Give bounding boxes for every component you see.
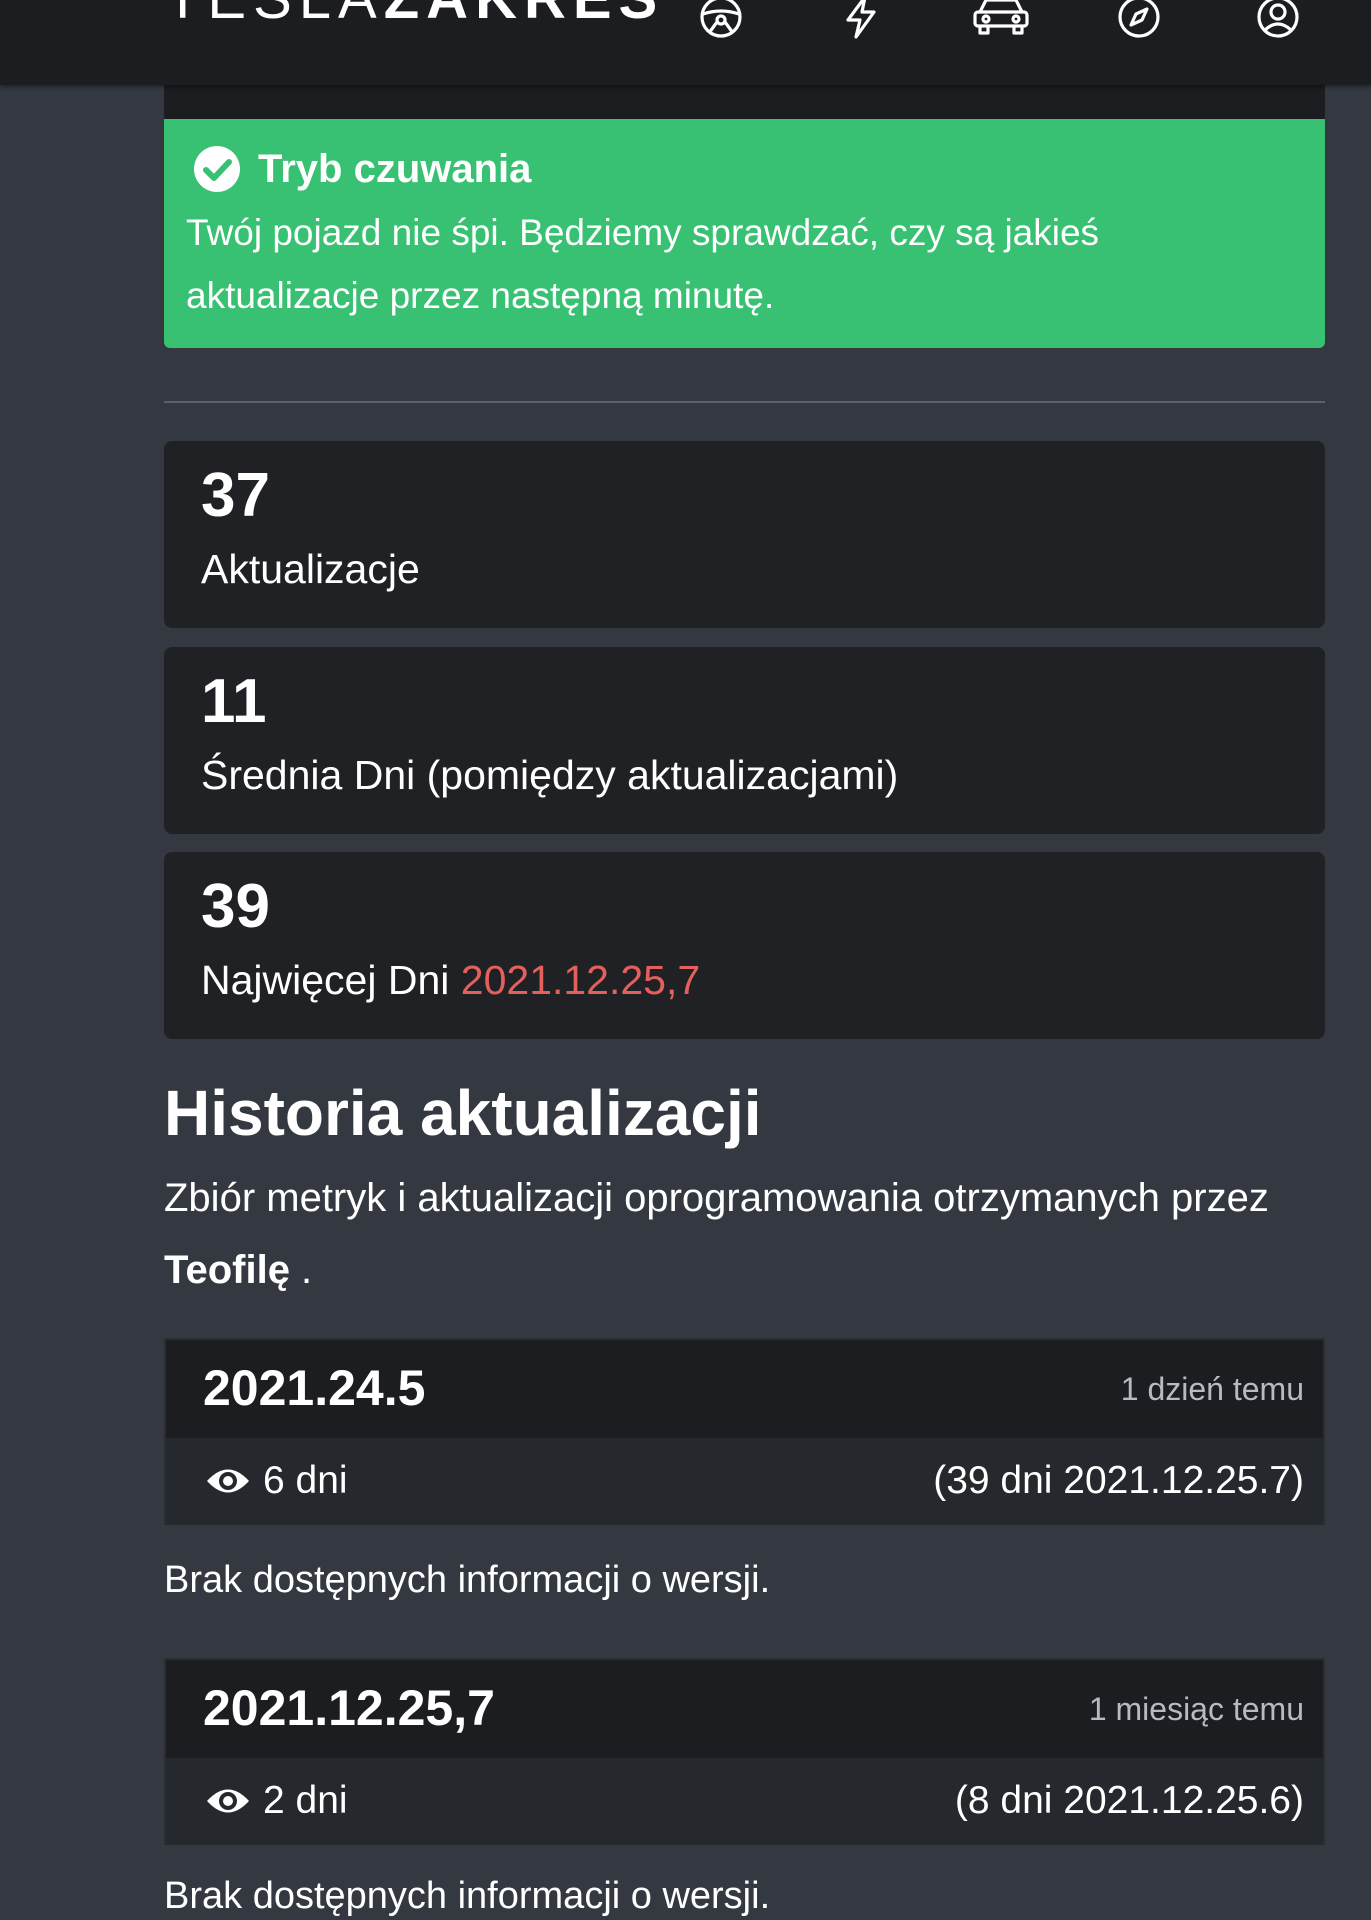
update-version: 2021.12.25,7 bbox=[203, 1680, 495, 1736]
history-description: Zbiór metryk i aktualizacji oprogramowan… bbox=[164, 1162, 1325, 1306]
compass-icon[interactable] bbox=[1116, 0, 1162, 40]
eye-icon bbox=[205, 1464, 251, 1498]
stat-value: 39 bbox=[201, 872, 270, 941]
stat-card-updates: 37 Aktualizacje bbox=[164, 441, 1325, 628]
update-release-notes: Brak dostępnych informacji o wersji. bbox=[164, 1875, 771, 1917]
stat-card-average-days: 11 Średnia Dni (pomiędzy aktualizacjami) bbox=[164, 647, 1325, 834]
app-logo[interactable]: TESLAZAKRES bbox=[165, 0, 664, 28]
stat-value: 37 bbox=[201, 461, 270, 530]
update-card-footer: 6 dni (39 dni 2021.12.25.7) bbox=[166, 1438, 1323, 1525]
alert-header: Tryb czuwania bbox=[186, 141, 1303, 197]
update-previous-version: (8 dni 2021.12.25.6) bbox=[954, 1779, 1304, 1822]
update-card-header: 2021.24.5 1 dzień temu bbox=[166, 1340, 1323, 1438]
car-icon[interactable] bbox=[972, 0, 1030, 40]
update-days-installed: 6 dni bbox=[263, 1459, 348, 1502]
vehicle-owner-name: Teofilę bbox=[164, 1248, 290, 1292]
lightning-icon[interactable] bbox=[838, 0, 884, 40]
eye-icon bbox=[205, 1784, 251, 1818]
section-divider bbox=[164, 401, 1325, 403]
update-release-notes: Brak dostępnych informacji o wersji. bbox=[164, 1559, 771, 1601]
stat-value: 11 bbox=[201, 667, 267, 736]
logo-light-text: TESLA bbox=[165, 0, 384, 31]
update-previous-version: (39 dni 2021.12.25.7) bbox=[933, 1459, 1304, 1502]
top-strip bbox=[164, 85, 1325, 119]
update-card-header: 2021.12.25,7 1 miesiąc temu bbox=[166, 1660, 1323, 1758]
update-days-installed: 2 dni bbox=[263, 1779, 348, 1822]
stat-highlight-version[interactable]: 2021.12.25,7 bbox=[461, 957, 700, 1003]
awake-mode-alert: Tryb czuwania Twój pojazd nie śpi. Będzi… bbox=[164, 119, 1325, 348]
check-circle-icon bbox=[192, 144, 242, 194]
top-navbar: TESLAZAKRES bbox=[0, 0, 1371, 85]
update-time-ago: 1 dzień temu bbox=[1120, 1371, 1304, 1407]
stat-card-most-days: 39 Najwięcej Dni 2021.12.25,7 bbox=[164, 852, 1325, 1039]
steering-wheel-icon[interactable] bbox=[698, 0, 744, 40]
history-title: Historia aktualizacji bbox=[164, 1077, 762, 1149]
alert-title: Tryb czuwania bbox=[258, 147, 532, 191]
update-card[interactable]: 2021.24.5 1 dzień temu 6 dni (39 dni 202… bbox=[164, 1338, 1325, 1525]
history-description-text: Zbiór metryk i aktualizacji oprogramowan… bbox=[164, 1176, 1269, 1220]
alert-message: Twój pojazd nie śpi. Będziemy sprawdzać,… bbox=[186, 212, 1100, 316]
stat-label: Aktualizacje bbox=[201, 546, 420, 592]
stat-label-text: Najwięcej Dni bbox=[201, 957, 450, 1003]
stat-label: Najwięcej Dni 2021.12.25,7 bbox=[201, 956, 700, 1005]
update-card[interactable]: 2021.12.25,7 1 miesiąc temu 2 dni (8 dni… bbox=[164, 1658, 1325, 1845]
update-card-footer: 2 dni (8 dni 2021.12.25.6) bbox=[166, 1758, 1323, 1845]
logo-bold-text: ZAKRES bbox=[384, 0, 664, 31]
user-icon[interactable] bbox=[1255, 0, 1301, 40]
update-version: 2021.24.5 bbox=[203, 1360, 426, 1416]
stat-label: Średnia Dni (pomiędzy aktualizacjami) bbox=[201, 752, 899, 798]
update-time-ago: 1 miesiąc temu bbox=[1088, 1691, 1304, 1727]
history-description-suffix: . bbox=[289, 1248, 313, 1292]
